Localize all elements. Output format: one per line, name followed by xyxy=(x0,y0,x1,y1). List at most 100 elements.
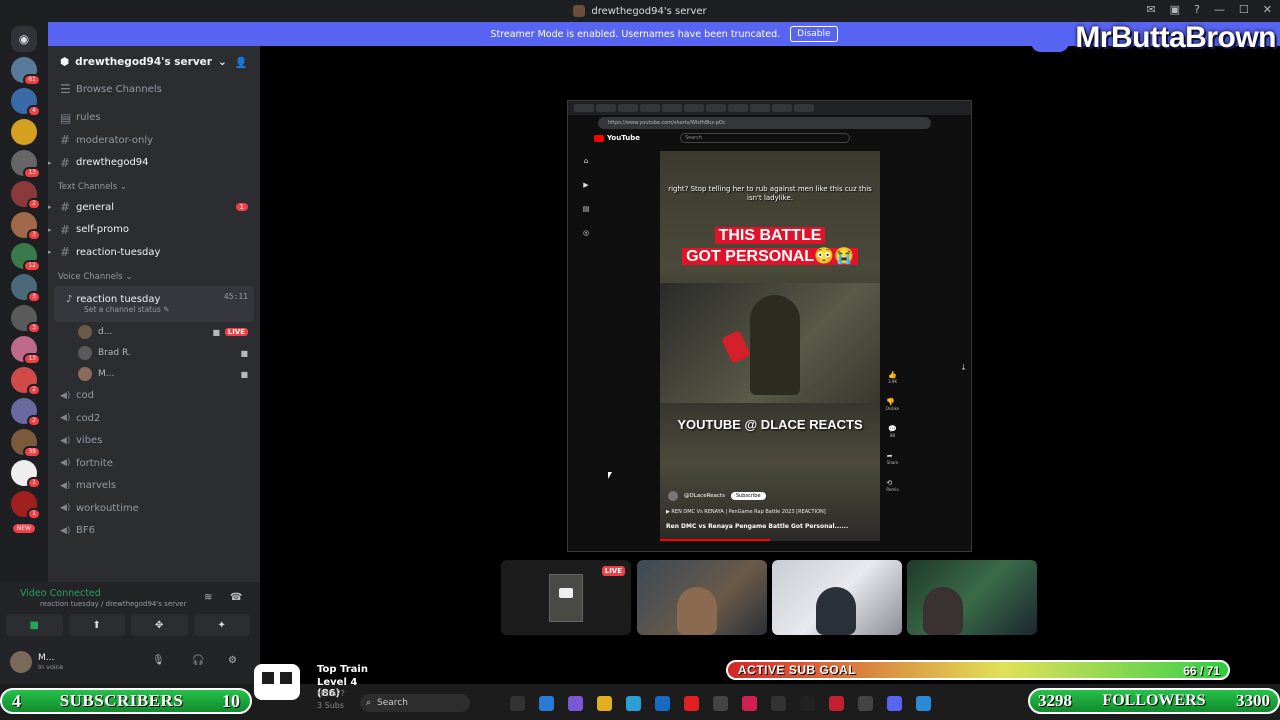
taskbar-search[interactable]: ⌕ Search xyxy=(360,694,470,712)
sub-goal-label: ACTIVE SUB GOAL xyxy=(738,663,857,677)
server-badge: 3 xyxy=(27,291,41,303)
taskbar-search-label: Search xyxy=(377,698,408,708)
remix-label: Remix xyxy=(886,487,899,492)
app-icon[interactable] xyxy=(742,696,757,711)
voice-channel[interactable]: ◀) cod xyxy=(48,385,260,408)
voice-channel[interactable]: ◀) fortnite xyxy=(48,452,260,475)
maximize-icon[interactable]: ☐ xyxy=(1239,3,1249,16)
youtube-app-icon[interactable] xyxy=(684,696,699,711)
channel-moderator-only[interactable]: # moderator-only xyxy=(48,129,260,152)
server-icon-10[interactable]: 13 xyxy=(11,336,41,365)
camera-tile[interactable] xyxy=(637,560,767,635)
voice-location[interactable]: reaction tuesday / drewthegod94's server xyxy=(40,600,186,608)
task-view-icon[interactable] xyxy=(510,696,525,711)
pencil-icon[interactable]: ✎ xyxy=(163,305,169,314)
microphone-icon[interactable]: 🎙 xyxy=(152,655,165,666)
discord-home-icon[interactable]: ◉ xyxy=(11,26,37,52)
mouse-cursor xyxy=(608,472,612,479)
discord-app-icon[interactable] xyxy=(887,696,902,711)
gear-icon[interactable]: ⚙ xyxy=(228,655,237,666)
channel-rules[interactable]: ▤ rules xyxy=(48,107,260,130)
app-icon[interactable] xyxy=(539,696,554,711)
file-explorer-icon[interactable] xyxy=(597,696,612,711)
headline-line-1: THIS BATTLE xyxy=(714,227,826,244)
server-icon-5[interactable]: 2 xyxy=(11,181,41,210)
screen-icon[interactable]: ▣ xyxy=(1170,3,1180,16)
server-icon-6[interactable]: 3 xyxy=(11,212,41,241)
server-icon-2[interactable]: 4 xyxy=(11,88,41,117)
stream-tile-live[interactable]: LIVE xyxy=(501,560,631,635)
server-name: drewthegod94's server xyxy=(75,56,212,68)
category-voice-channels[interactable]: Voice Channels ⌄ xyxy=(48,264,260,286)
app-icon[interactable] xyxy=(916,696,931,711)
stream-view[interactable]: https://www.youtube.com/shorts/Wlsfh8bz-… xyxy=(567,100,972,552)
voice-user[interactable]: d... ■ LIVE xyxy=(48,322,260,343)
channel-drewthegod94[interactable]: ▸ # drewthegod94 xyxy=(48,152,260,175)
voice-status[interactable]: Video Connected xyxy=(20,588,101,599)
participant-video xyxy=(677,587,717,635)
inbox-icon[interactable]: ✉ xyxy=(1146,3,1155,16)
live-badge: LIVE xyxy=(224,328,248,336)
channel-status[interactable]: Set a channel status xyxy=(84,305,161,314)
voice-channel-reaction-tuesday[interactable]: ♪ reaction tuesday Set a channel status ✎… xyxy=(54,285,254,322)
channel-reaction-tuesday[interactable]: ▸ # reaction-tuesday xyxy=(48,241,260,264)
server-icon-12[interactable]: 2 xyxy=(11,398,41,427)
app-icon[interactable] xyxy=(829,696,844,711)
server-icon-1[interactable]: 61 xyxy=(11,57,41,86)
category-text-channels[interactable]: Text Channels ⌄ xyxy=(48,174,260,196)
server-icon-3[interactable] xyxy=(11,119,37,145)
edge-icon[interactable] xyxy=(626,696,641,711)
app-icon[interactable] xyxy=(713,696,728,711)
voice-user[interactable]: M... ■ xyxy=(48,364,260,385)
camera-tile[interactable] xyxy=(772,560,902,635)
server-badge: 61 xyxy=(23,74,41,86)
screen-share-button[interactable]: ⬆ xyxy=(68,614,125,636)
invite-people-icon[interactable]: 👤 xyxy=(235,56,248,69)
voice-channel[interactable]: ◀) vibes xyxy=(48,430,260,453)
server-icon-8[interactable]: 3 xyxy=(11,274,41,303)
voice-user[interactable]: Brad R. ■ xyxy=(48,343,260,364)
help-icon[interactable]: ? xyxy=(1194,3,1200,16)
headphones-icon[interactable]: 🎧 xyxy=(192,655,204,666)
channel-self-promo[interactable]: ▸ # self-promo xyxy=(48,219,260,242)
minimize-icon[interactable]: — xyxy=(1214,3,1225,16)
voice-channel[interactable]: ◀) cod2 xyxy=(48,407,260,430)
server-icon-11[interactable]: 2 xyxy=(11,367,41,396)
disconnect-icon[interactable]: ☎ xyxy=(230,592,242,603)
browse-channels[interactable]: ☰ Browse Channels xyxy=(48,78,260,101)
app-icon[interactable] xyxy=(800,696,815,711)
activities-icon: ✥ xyxy=(155,619,164,631)
followers-label: FOLLOWERS xyxy=(1102,692,1206,709)
subscribers-counter: 4 SUBSCRIBERS 10 xyxy=(0,688,252,714)
app-icon[interactable] xyxy=(858,696,873,711)
category-label: Text Channels xyxy=(58,182,118,192)
user-avatar[interactable] xyxy=(10,651,32,673)
activities-button[interactable]: ✥ xyxy=(131,614,188,636)
camera-button[interactable]: ■ xyxy=(6,614,63,636)
app-icon[interactable] xyxy=(568,696,583,711)
server-icon-15[interactable]: 1 xyxy=(11,491,41,520)
voice-channel[interactable]: ◀) marvels xyxy=(48,475,260,498)
app-icon[interactable] xyxy=(655,696,670,711)
voice-connected-panel: Video Connected reaction tuesday / drewt… xyxy=(0,582,260,640)
voice-channel[interactable]: ◀) workouttime xyxy=(48,497,260,520)
app-icon[interactable] xyxy=(771,696,786,711)
voice-channel[interactable]: ◀) BF6 xyxy=(48,520,260,543)
soundboard-button[interactable]: ✦ xyxy=(193,614,250,636)
server-icon-9[interactable]: 3 xyxy=(11,305,41,334)
server-icon-4[interactable]: 13 xyxy=(11,150,41,179)
camera-icon: ■ xyxy=(240,369,248,379)
noise-suppression-icon[interactable]: ≋ xyxy=(204,592,212,603)
server-header[interactable]: ⬢ drewthegod94's server ⌄ 👤 xyxy=(48,46,260,78)
list-icon: ☰ xyxy=(60,82,71,97)
category-label: Voice Channels xyxy=(58,271,123,282)
disable-streamer-mode-button[interactable]: Disable xyxy=(790,26,838,42)
window-title-text: drewthegod94's server xyxy=(591,5,707,17)
camera-tile[interactable] xyxy=(907,560,1037,635)
channel-general[interactable]: ▸ # general 1 xyxy=(48,196,260,219)
server-icon-13[interactable]: 39 xyxy=(11,429,41,458)
browser-tab xyxy=(618,104,638,112)
server-icon-14[interactable]: 1 xyxy=(11,460,41,489)
server-icon-7[interactable]: 12 xyxy=(11,243,41,272)
close-icon[interactable]: ✕ xyxy=(1263,3,1272,16)
